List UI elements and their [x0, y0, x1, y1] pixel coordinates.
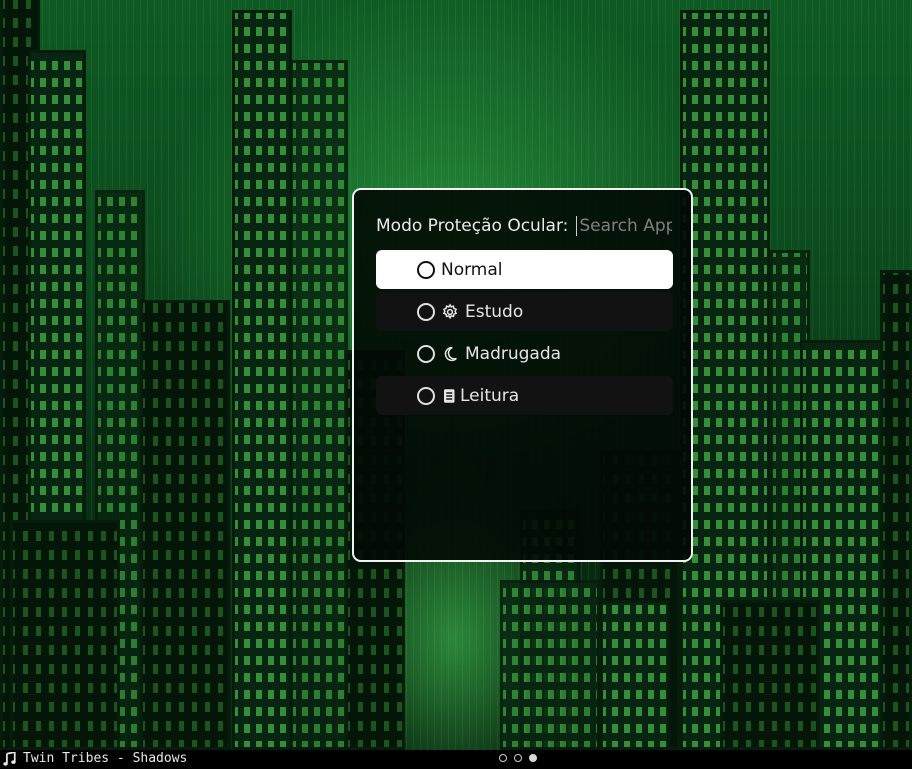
mode-item-normal[interactable]: Normal — [376, 250, 673, 289]
workspace-1-dot[interactable] — [499, 754, 507, 762]
radio-circle-icon — [417, 386, 435, 405]
mode-list: Normal Estudo Madrugada Leitura — [376, 250, 673, 418]
mode-item-label: Estudo — [465, 301, 524, 322]
wallpaper-building — [140, 300, 230, 750]
wallpaper-building — [600, 600, 670, 750]
search-row: Modo Proteção Ocular: — [376, 214, 672, 238]
workspace-3-dot[interactable] — [529, 754, 537, 762]
gear-icon — [441, 302, 459, 321]
wallpaper-building — [880, 270, 912, 750]
wallpaper-building — [720, 600, 820, 750]
radio-circle-icon — [417, 344, 435, 363]
wallpaper-building — [290, 60, 348, 750]
radio-circle-icon — [417, 302, 435, 321]
workspace-2-dot[interactable] — [514, 754, 522, 762]
launcher-window: Modo Proteção Ocular: Normal Estudo — [352, 188, 693, 562]
mode-item-label: Madrugada — [465, 343, 562, 364]
wallpaper-building — [500, 580, 600, 750]
status-bar: Twin Tribes - Shadows — [0, 750, 912, 769]
book-icon — [441, 387, 459, 405]
launcher-prompt: Modo Proteção Ocular: — [376, 216, 569, 236]
now-playing-text: Twin Tribes - Shadows — [23, 751, 188, 766]
radio-circle-icon — [417, 260, 435, 279]
mode-item-label: Normal — [441, 259, 503, 280]
now-playing[interactable]: Twin Tribes - Shadows — [3, 751, 187, 766]
wallpaper-building — [232, 10, 292, 750]
mode-item-estudo[interactable]: Estudo — [376, 292, 673, 331]
moon-icon — [441, 345, 459, 363]
mode-item-leitura[interactable]: Leitura — [376, 376, 673, 415]
mode-item-label: Leitura — [460, 385, 520, 406]
mode-item-madrugada[interactable]: Madrugada — [376, 334, 673, 373]
workspace-indicator — [499, 754, 537, 762]
search-input[interactable] — [576, 216, 672, 236]
wallpaper-building — [10, 520, 120, 750]
music-note-icon — [3, 751, 16, 766]
